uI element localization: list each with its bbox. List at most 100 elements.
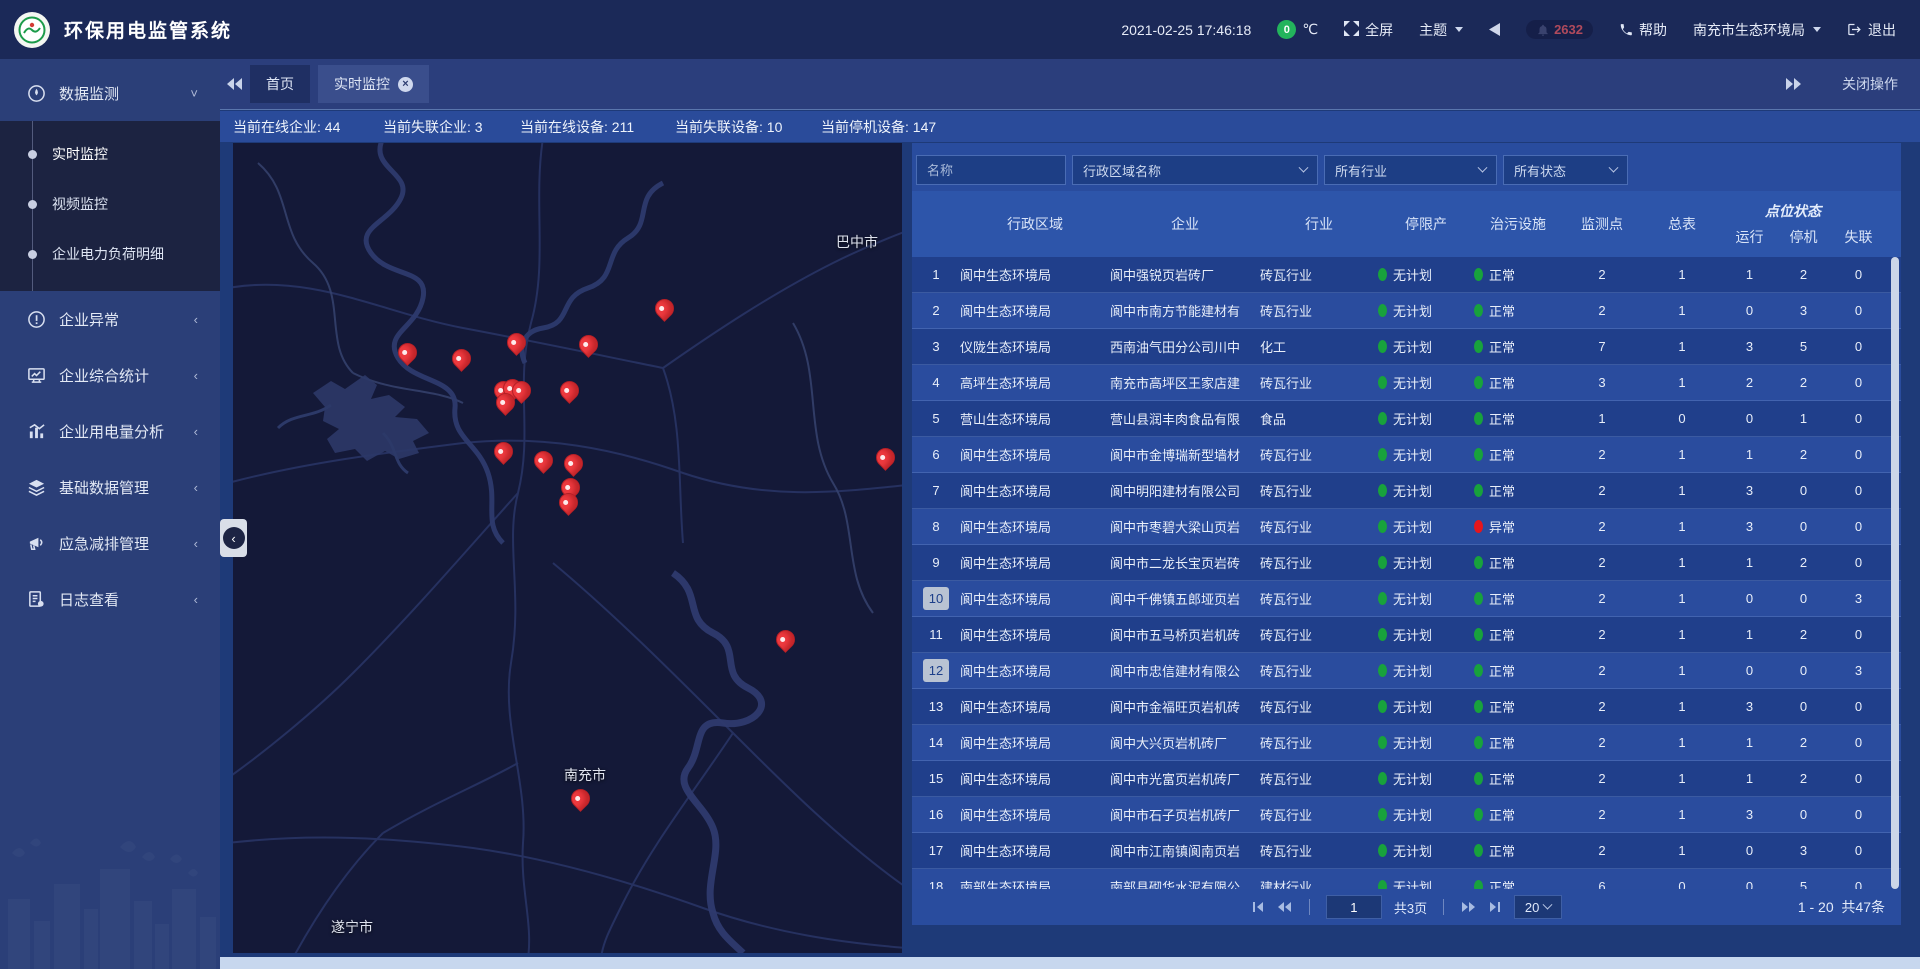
cell-monitor-points: 2 xyxy=(1562,591,1642,606)
sound-icon xyxy=(1489,23,1500,36)
table-scrollbar[interactable] xyxy=(1891,257,1899,889)
cell-facility-status: 正常 xyxy=(1474,877,1562,889)
table-row[interactable]: 9阆中生态环境局阆中市二龙长宝页岩砖砖瓦行业无计划正常21120 xyxy=(912,545,1901,581)
table-row[interactable]: 2阆中生态环境局阆中市南方节能建材有砖瓦行业无计划正常21030 xyxy=(912,293,1901,329)
table-row[interactable]: 7阆中生态环境局阆中明阳建材有限公司砖瓦行业无计划正常21300 xyxy=(912,473,1901,509)
sidebar-item-视频监控[interactable]: 视频监控 xyxy=(0,179,220,229)
region-select[interactable]: 行政区域名称 xyxy=(1072,155,1318,185)
cell-total-meter: 1 xyxy=(1642,843,1722,858)
temperature-badge: 0 xyxy=(1277,20,1296,39)
tab-label: 实时监控 xyxy=(334,74,390,94)
stat-当前失联设备: 当前失联设备: 10 xyxy=(675,111,782,142)
table-row[interactable]: 18南部生态环境局南部县砌华水泥有限公建材行业无计划正常60050 xyxy=(912,869,1901,889)
city-label-遂宁市: 遂宁市 xyxy=(331,917,373,937)
double-right-icon xyxy=(1785,77,1801,91)
close-operations-button[interactable]: 关闭操作 xyxy=(1842,74,1898,94)
double-left-icon xyxy=(227,77,243,91)
status-dot-icon xyxy=(1378,520,1387,533)
bullet-dot-icon xyxy=(28,200,37,209)
cell-stop-status: 无计划 xyxy=(1378,625,1474,644)
tab-实时监控[interactable]: 实时监控 × xyxy=(318,65,429,103)
table-row[interactable]: 5营山生态环境局营山县润丰肉食品有限食品无计划正常10010 xyxy=(912,401,1901,437)
table-row[interactable]: 13阆中生态环境局阆中市金福旺页岩机砖砖瓦行业无计划正常21300 xyxy=(912,689,1901,725)
table-row[interactable]: 16阆中生态环境局阆中市石子页岩机砖厂砖瓦行业无计划正常21300 xyxy=(912,797,1901,833)
sidebar-group-应急减排管理[interactable]: 应急减排管理‹ xyxy=(0,515,220,571)
cell-company: 阆中大兴页岩机砖厂 xyxy=(1110,733,1260,752)
cell-index: 16 xyxy=(912,803,960,826)
cell-region: 仪陇生态环境局 xyxy=(960,337,1110,356)
column-meter: 总表 xyxy=(1642,214,1722,234)
fullscreen-button[interactable]: 全屏 xyxy=(1344,20,1393,40)
sidebar-group-日志查看[interactable]: 日志查看‹ xyxy=(0,571,220,627)
tabs-scroll-left-button[interactable] xyxy=(220,77,250,91)
chevron-down-icon xyxy=(1609,162,1619,172)
chevron-left-icon: ‹ xyxy=(194,424,198,439)
page-number-input[interactable] xyxy=(1326,895,1382,919)
table-row[interactable]: 10阆中生态环境局阆中千佛镇五郎垭页岩砖瓦行业无计划正常21003 xyxy=(912,581,1901,617)
sidebar-item-企业电力负荷明细[interactable]: 企业电力负荷明细 xyxy=(0,229,220,279)
status-dot-icon xyxy=(1474,304,1483,317)
sidebar-group-企业异常[interactable]: 企业异常‹ xyxy=(0,291,220,347)
page-title: 环保用电监管系统 xyxy=(64,16,232,43)
gauge-icon xyxy=(26,83,46,103)
cell-monitor-points: 2 xyxy=(1562,267,1642,282)
notification-button[interactable]: 2632 xyxy=(1526,20,1593,39)
cell-stop-machine: 0 xyxy=(1777,483,1830,498)
sidebar-item-实时监控[interactable]: 实时监控 xyxy=(0,129,220,179)
first-page-button[interactable] xyxy=(1251,900,1265,914)
cell-index: 5 xyxy=(912,407,960,430)
sidebar-item-label: 实时监控 xyxy=(52,144,108,164)
next-page-button[interactable] xyxy=(1460,900,1476,914)
org-dropdown[interactable]: 南充市生态环境局 xyxy=(1693,20,1821,40)
table-row[interactable]: 11阆中生态环境局阆中市五马桥页岩机砖砖瓦行业无计划正常21120 xyxy=(912,617,1901,653)
sidebar-group-数据监测[interactable]: 数据监测˅ xyxy=(0,65,220,121)
sidebar-collapse-button[interactable]: ‹ xyxy=(220,519,247,557)
tab-首页[interactable]: 首页 xyxy=(250,65,310,103)
table-header: 行政区域 企业 行业 停限产 治污设施 监测点 总表 运行 停机 失联 点位状态 xyxy=(912,191,1901,257)
cell-lost: 0 xyxy=(1830,627,1887,642)
table-row[interactable]: 15阆中生态环境局阆中市光富页岩机砖厂砖瓦行业无计划正常21120 xyxy=(912,761,1901,797)
table-row[interactable]: 14阆中生态环境局阆中大兴页岩机砖厂砖瓦行业无计划正常21120 xyxy=(912,725,1901,761)
close-icon[interactable]: × xyxy=(398,77,413,92)
sidebar-group-企业用电量分析[interactable]: 企业用电量分析‹ xyxy=(0,403,220,459)
page-size-select[interactable]: 20 xyxy=(1514,895,1562,919)
cell-stop-status: 无计划 xyxy=(1378,805,1474,824)
table-row[interactable]: 3仪陇生态环境局西南油气田分公司川中化工无计划正常71350 xyxy=(912,329,1901,365)
cell-company: 阆中市光富页岩机砖厂 xyxy=(1110,769,1260,788)
name-search-input[interactable] xyxy=(916,155,1066,185)
cell-lost: 0 xyxy=(1830,699,1887,714)
cell-facility-status: 正常 xyxy=(1474,841,1562,860)
cell-company: 南充市高坪区王家店建 xyxy=(1110,373,1260,392)
table-row[interactable]: 8阆中生态环境局阆中市枣碧大梁山页岩砖瓦行业无计划异常21300 xyxy=(912,509,1901,545)
pagination-bar: 共3页 20 1 - 20 共47条 xyxy=(912,889,1901,925)
table-row[interactable]: 6阆中生态环境局阆中市金博瑞新型墙材砖瓦行业无计划正常21120 xyxy=(912,437,1901,473)
sidebar-group-label: 企业综合统计 xyxy=(59,365,149,386)
status-dot-icon xyxy=(1378,376,1387,389)
tabs-scroll-right-button[interactable] xyxy=(1778,77,1808,91)
table-row[interactable]: 1阆中生态环境局阆中强锐页岩砖厂砖瓦行业无计划正常21120 xyxy=(912,257,1901,293)
cell-stop-status: 无计划 xyxy=(1378,517,1474,536)
cell-total-meter: 1 xyxy=(1642,339,1722,354)
sidebar: 数据监测˅实时监控视频监控企业电力负荷明细企业异常‹企业综合统计‹企业用电量分析… xyxy=(0,59,220,969)
theme-dropdown[interactable]: 主题 xyxy=(1419,20,1463,40)
status-select[interactable]: 所有状态 xyxy=(1503,155,1628,185)
table-row[interactable]: 12阆中生态环境局阆中市忠信建材有限公砖瓦行业无计划正常21003 xyxy=(912,653,1901,689)
last-page-button[interactable] xyxy=(1488,900,1502,914)
cell-company: 阆中强锐页岩砖厂 xyxy=(1110,265,1260,284)
table-row[interactable]: 17阆中生态环境局阆中市江南镇阆南页岩砖瓦行业无计划正常21030 xyxy=(912,833,1901,869)
logout-button[interactable]: 退出 xyxy=(1847,20,1896,40)
table-row[interactable]: 4高坪生态环境局南充市高坪区王家店建砖瓦行业无计划正常31220 xyxy=(912,365,1901,401)
industry-select[interactable]: 所有行业 xyxy=(1324,155,1497,185)
cell-facility-status: 正常 xyxy=(1474,409,1562,428)
screen-icon xyxy=(26,365,46,385)
cell-run: 1 xyxy=(1722,771,1777,786)
cell-stop-status: 无计划 xyxy=(1378,841,1474,860)
cell-facility-status: 正常 xyxy=(1474,301,1562,320)
prev-page-button[interactable] xyxy=(1277,900,1293,914)
cell-stop-machine: 2 xyxy=(1777,627,1830,642)
help-button[interactable]: 帮助 xyxy=(1619,20,1667,40)
map[interactable]: 巴中市南充市遂宁市 xyxy=(233,143,902,953)
sidebar-group-基础数据管理[interactable]: 基础数据管理‹ xyxy=(0,459,220,515)
sound-button[interactable] xyxy=(1489,23,1500,36)
sidebar-group-企业综合统计[interactable]: 企业综合统计‹ xyxy=(0,347,220,403)
